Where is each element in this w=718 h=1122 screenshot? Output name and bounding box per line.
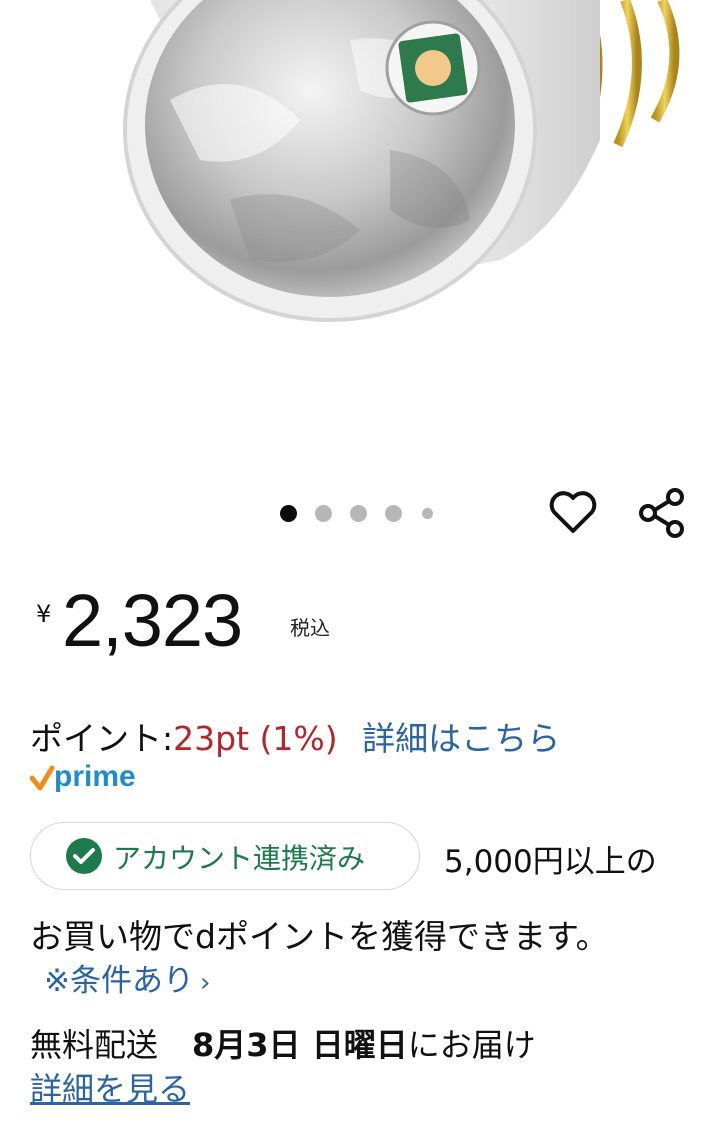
tax-note: 税込 <box>290 616 330 640</box>
chevron-right-icon: › <box>199 968 211 998</box>
product-image[interactable] <box>0 0 718 470</box>
conditions-label[interactable]: ※条件あり <box>44 963 194 999</box>
carousel-dot-1[interactable] <box>280 505 297 522</box>
delivery-info: 無料配送 8月3日 日曜日にお届け <box>30 1020 536 1066</box>
carousel-dot-2[interactable] <box>315 505 332 522</box>
free-shipping-label: 無料配送 <box>30 1026 159 1064</box>
conditions-link[interactable]: ※条件あり › <box>44 955 210 1000</box>
carousel-dot-5[interactable] <box>422 508 433 519</box>
check-circle-icon <box>66 838 102 874</box>
heart-outline-icon[interactable] <box>548 490 598 536</box>
price-amount: 2,323 <box>62 579 243 662</box>
carousel-dot-3[interactable] <box>350 505 367 522</box>
dpoint-offer-line-2: お買い物でdポイントを獲得できます。 <box>30 917 609 956</box>
points-amount: 23pt <box>173 719 250 758</box>
points-details-link[interactable]: 詳細はこちら <box>362 719 560 758</box>
prime-logo: prime <box>29 760 160 802</box>
share-icon[interactable] <box>636 486 688 540</box>
dpoint-offer-line-1: 5,000円以上の <box>444 844 657 880</box>
points-label: ポイント: <box>30 719 174 758</box>
delivery-suffix: にお届け <box>407 1026 536 1064</box>
points-row: ポイント:23pt (1%) 詳細はこちら <box>30 712 560 760</box>
points-rate: (1%) <box>259 719 338 758</box>
prime-check-icon <box>29 765 55 791</box>
account-linked-label: アカウント連携済み <box>113 842 366 875</box>
account-linked-badge: アカウント連携済み <box>30 822 420 890</box>
currency-symbol: ¥ <box>36 600 52 628</box>
delivery-details-link[interactable]: 詳細を見る <box>30 1064 190 1110</box>
delivery-date: 8月3日 日曜日 <box>192 1026 408 1064</box>
carousel-dot-4[interactable] <box>385 505 402 522</box>
prime-label: prime <box>54 760 136 793</box>
